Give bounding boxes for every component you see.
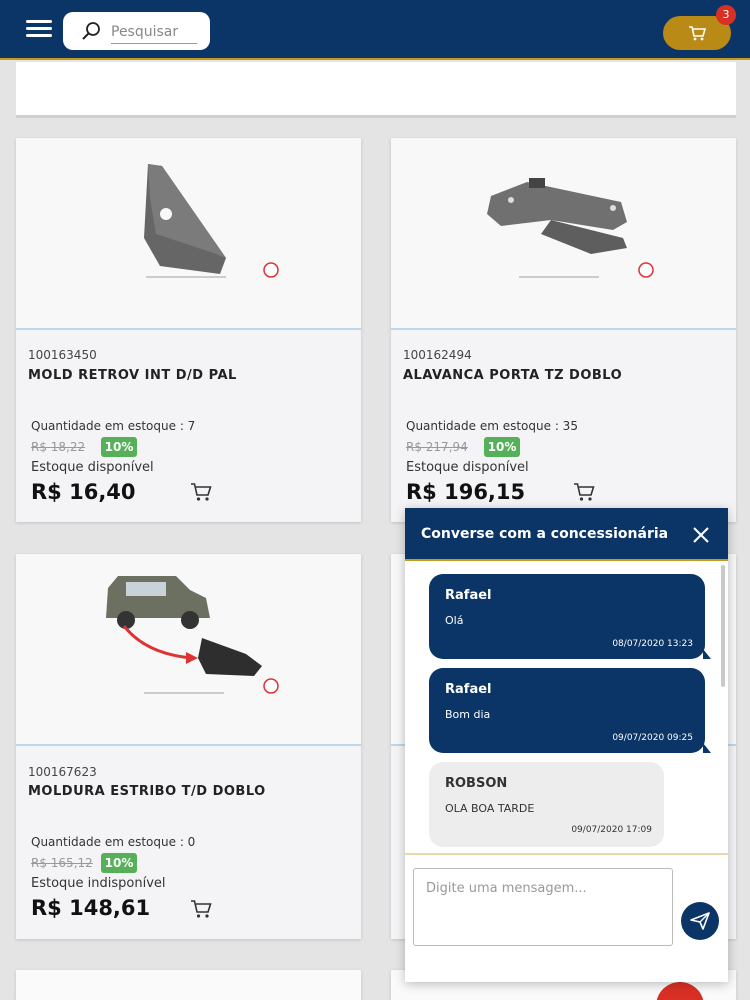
top-banner	[16, 62, 736, 118]
stock-availability: Estoque indisponível	[31, 876, 166, 891]
message-text: Bom dia	[445, 708, 491, 721]
product-card[interactable]: 100162494 ALAVANCA PORTA TZ DOBLO Quanti…	[391, 138, 736, 522]
product-image	[391, 138, 736, 330]
search-icon[interactable]	[81, 20, 103, 42]
discount-badge: 10%	[101, 437, 137, 457]
chat-title: Converse com a concessionária	[421, 526, 669, 542]
product-code: 100163450	[28, 348, 97, 362]
chat-panel: Converse com a concessionária Rafael Olá…	[405, 508, 728, 982]
add-to-cart-icon[interactable]	[573, 482, 595, 502]
message-input[interactable]	[413, 868, 673, 946]
product-price: R$ 148,61	[31, 896, 151, 920]
stock-quantity: Quantidade em estoque : 35	[406, 419, 578, 433]
discount-badge: 10%	[484, 437, 520, 457]
product-card[interactable]	[16, 970, 361, 1000]
product-code: 100162494	[403, 348, 472, 362]
stock-availability: Estoque disponível	[31, 460, 154, 475]
old-price: R$ 18,22	[31, 440, 86, 454]
message-author: Rafael	[445, 588, 492, 603]
product-name[interactable]: ALAVANCA PORTA TZ DOBLO	[403, 368, 622, 383]
product-image	[16, 554, 361, 746]
product-card[interactable]: 100163450 MOLD RETROV INT D/D PAL Quanti…	[16, 138, 361, 522]
cart-icon	[689, 26, 706, 41]
message-text: Olá	[445, 614, 464, 627]
add-to-cart-icon[interactable]	[190, 899, 212, 919]
chat-scrollbar[interactable]	[721, 565, 725, 687]
product-code: 100167623	[28, 765, 97, 779]
message-author: Rafael	[445, 682, 492, 697]
menu-icon[interactable]	[26, 20, 52, 40]
chat-message: Rafael Olá 08/07/2020 13:23	[429, 574, 711, 659]
product-image	[16, 138, 361, 330]
search-input[interactable]	[111, 20, 197, 44]
message-time: 09/07/2020 17:09	[571, 825, 652, 835]
product-card[interactable]: 100167623 MOLDURA ESTRIBO T/D DOBLO Quan…	[16, 554, 361, 939]
send-button[interactable]	[681, 902, 719, 940]
stock-quantity: Quantidade em estoque : 7	[31, 419, 196, 433]
product-name[interactable]: MOLDURA ESTRIBO T/D DOBLO	[28, 784, 266, 799]
stock-availability: Estoque disponível	[406, 460, 529, 475]
cart-count-badge: 3	[716, 5, 736, 25]
close-icon[interactable]	[691, 525, 711, 545]
chat-message: ROBSON OLA BOA TARDE 09/07/2020 17:09	[429, 762, 664, 847]
old-price: R$ 165,12	[31, 856, 93, 870]
chat-message: Rafael Bom dia 09/07/2020 09:25	[429, 668, 711, 753]
send-icon	[690, 912, 710, 930]
chat-header: Converse com a concessionária	[405, 508, 728, 561]
message-author: ROBSON	[445, 776, 508, 791]
message-text: OLA BOA TARDE	[445, 802, 535, 815]
chat-messages[interactable]: Rafael Olá 08/07/2020 13:23 Rafael Bom d…	[405, 563, 728, 855]
message-time: 09/07/2020 09:25	[612, 733, 693, 743]
add-to-cart-icon[interactable]	[190, 482, 212, 502]
message-time: 08/07/2020 13:23	[612, 639, 693, 649]
old-price: R$ 217,94	[406, 440, 468, 454]
product-price: R$ 16,40	[31, 480, 136, 504]
search-box	[63, 12, 210, 50]
top-header: 3	[0, 0, 750, 60]
stock-quantity: Quantidade em estoque : 0	[31, 835, 196, 849]
product-price: R$ 196,15	[406, 480, 526, 504]
product-name[interactable]: MOLD RETROV INT D/D PAL	[28, 368, 237, 383]
discount-badge: 10%	[101, 853, 137, 873]
